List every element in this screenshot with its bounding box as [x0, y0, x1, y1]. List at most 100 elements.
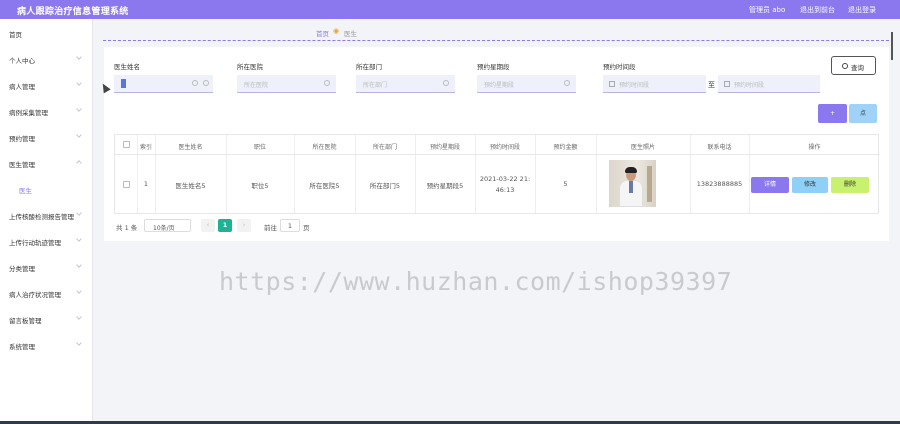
calendar-icon	[609, 81, 615, 87]
sidebar-item-case-collection[interactable]: 病例采集管理	[0, 101, 93, 121]
sidebar: 首页 个人中心 病人管理 病例采集管理 预约管理 医生管理 医生 上传核酸检测报…	[0, 19, 93, 424]
range-separator: 至	[708, 81, 715, 89]
calendar-icon	[724, 81, 730, 87]
time-start-input[interactable]: 预约时间段	[603, 75, 706, 93]
sidebar-item-personal-center[interactable]: 个人中心	[0, 49, 93, 69]
sidebar-item-treatment-status[interactable]: 病人治疗状况管理	[0, 283, 93, 303]
cell-phone: 13823888885	[696, 180, 743, 188]
column-header: 索引	[139, 144, 152, 151]
sidebar-item-label: 医生管理	[9, 161, 35, 169]
sidebar-item-doctor-management[interactable]: 医生管理	[0, 153, 93, 173]
cell-index: 1	[143, 180, 149, 188]
search-icon	[324, 80, 330, 86]
chevron-down-icon	[76, 340, 82, 346]
batch-delete-button[interactable]: 点	[849, 104, 877, 123]
chevron-down-icon	[76, 132, 82, 138]
time-start-placeholder: 预约时间段	[619, 82, 650, 89]
query-button[interactable]: 查询	[831, 56, 876, 75]
add-button[interactable]: +	[818, 104, 847, 123]
column-header: 所在医院	[312, 144, 337, 151]
next-page-button[interactable]: ›	[237, 219, 251, 232]
chevron-down-icon	[76, 54, 82, 60]
sidebar-item-message-board[interactable]: 留言板管理	[0, 309, 93, 329]
column-header: 预约星期段	[429, 144, 460, 151]
chevron-down-icon	[76, 106, 82, 112]
doctor-name-input[interactable]	[114, 75, 213, 93]
text-cursor	[121, 79, 126, 88]
chevron-down-icon	[76, 262, 82, 268]
sidebar-item-home[interactable]: 首页	[0, 23, 93, 43]
breadcrumb: 首页 ◉ 医生	[103, 24, 889, 41]
top-bar: 病人跟踪治疗信息管理系统 管理员 abo 退出到前台 退出登录	[0, 0, 900, 19]
query-button-label: 查询	[851, 64, 864, 72]
weekday-input[interactable]: 预约星期段	[477, 75, 576, 93]
hospital-placeholder: 所在医院	[244, 82, 269, 89]
column-header: 操作	[808, 144, 821, 151]
detail-button[interactable]: 详情	[751, 177, 789, 193]
sidebar-item-label: 留言板管理	[9, 317, 42, 325]
weekday-label: 预约星期段	[477, 63, 510, 71]
doctor-photo	[609, 160, 656, 207]
app-title: 病人跟踪治疗信息管理系统	[17, 7, 129, 17]
cell-time-line1: 2021-03-22 21:	[479, 175, 531, 183]
page-unit-label: 页	[303, 224, 310, 232]
sidebar-item-category[interactable]: 分类管理	[0, 257, 93, 277]
sidebar-item-label: 病人管理	[9, 83, 35, 91]
select-all-checkbox[interactable]	[123, 141, 130, 148]
scrollbar[interactable]	[891, 32, 893, 60]
edit-button[interactable]: 修改	[792, 177, 828, 193]
sidebar-item-doctor[interactable]: 医生	[0, 179, 93, 199]
row-checkbox[interactable]	[123, 181, 130, 188]
total-count: 共 1 条	[116, 224, 138, 232]
breadcrumb-home-link[interactable]: 首页	[316, 28, 329, 38]
sidebar-item-label: 病例采集管理	[9, 109, 48, 117]
logout-link[interactable]: 退出登录	[848, 5, 876, 15]
cell-department: 所在部门5	[369, 182, 401, 190]
search-icon	[564, 80, 570, 86]
cell-weekday: 预约星期段5	[426, 182, 464, 190]
sidebar-item-label: 首页	[9, 31, 22, 39]
cell-time-line2: 46:13	[495, 186, 515, 194]
current-page[interactable]: 1	[218, 219, 232, 232]
sidebar-item-label: 上传行动轨迹管理	[9, 239, 61, 247]
column-header: 所在部门	[372, 144, 397, 151]
sidebar-item-appointment[interactable]: 预约管理	[0, 127, 93, 147]
time-end-input[interactable]: 预约时间段	[718, 75, 820, 93]
delete-button[interactable]: 删除	[831, 177, 869, 193]
sidebar-item-label: 个人中心	[9, 57, 35, 65]
goto-label: 前往	[264, 224, 277, 232]
time-end-placeholder: 预约时间段	[734, 82, 765, 89]
department-input[interactable]: 所在部门	[356, 75, 455, 93]
chevron-up-icon	[76, 160, 82, 166]
department-placeholder: 所在部门	[363, 82, 388, 89]
sidebar-item-trajectory[interactable]: 上传行动轨迹管理	[0, 231, 93, 251]
sidebar-item-label: 分类管理	[9, 265, 35, 273]
table-header: 索引 医生姓名 职位 所在医院 所在部门 预约星期段 预约时间段 预约金额 医生…	[115, 135, 880, 155]
page-size-select[interactable]: 10条/页	[144, 219, 191, 232]
table-row: 1 医生姓名5 职位5 所在医院5 所在部门5 预约星期段5 2021-03-2…	[115, 155, 880, 214]
clear-icon[interactable]	[203, 80, 209, 86]
column-header: 职位	[253, 144, 266, 151]
goto-page-input[interactable]: 1	[280, 219, 300, 232]
exit-to-front-link[interactable]: 退出到前台	[800, 5, 835, 15]
cell-position: 职位5	[251, 182, 269, 190]
column-header: 医生姓名	[178, 144, 203, 151]
chevron-down-icon	[76, 314, 82, 320]
sidebar-item-system[interactable]: 系统管理	[0, 335, 93, 355]
sidebar-item-label: 上传核酸检测报告管理	[9, 213, 74, 221]
breadcrumb-current: 医生	[344, 30, 357, 38]
column-header: 联系电话	[707, 144, 732, 151]
admin-user-label[interactable]: 管理员 abo	[749, 5, 785, 15]
chevron-down-icon	[76, 80, 82, 86]
sidebar-item-label: 预约管理	[9, 135, 35, 143]
cell-doctor-name: 医生姓名5	[175, 182, 206, 190]
weekday-placeholder: 预约星期段	[484, 82, 515, 89]
column-header: 预约金额	[553, 144, 578, 151]
search-icon	[192, 80, 198, 86]
sidebar-item-nucleic-report[interactable]: 上传核酸检测报告管理	[0, 205, 93, 225]
sidebar-item-patient-management[interactable]: 病人管理	[0, 75, 93, 95]
hospital-input[interactable]: 所在医院	[237, 75, 336, 93]
sidebar-item-label: 系统管理	[9, 343, 35, 351]
prev-page-button[interactable]: ‹	[201, 219, 215, 232]
main-panel: 医生姓名 所在医院 所在医院 所在部门 所在部门 预约星期段 预约星期段 预约时…	[104, 47, 889, 241]
